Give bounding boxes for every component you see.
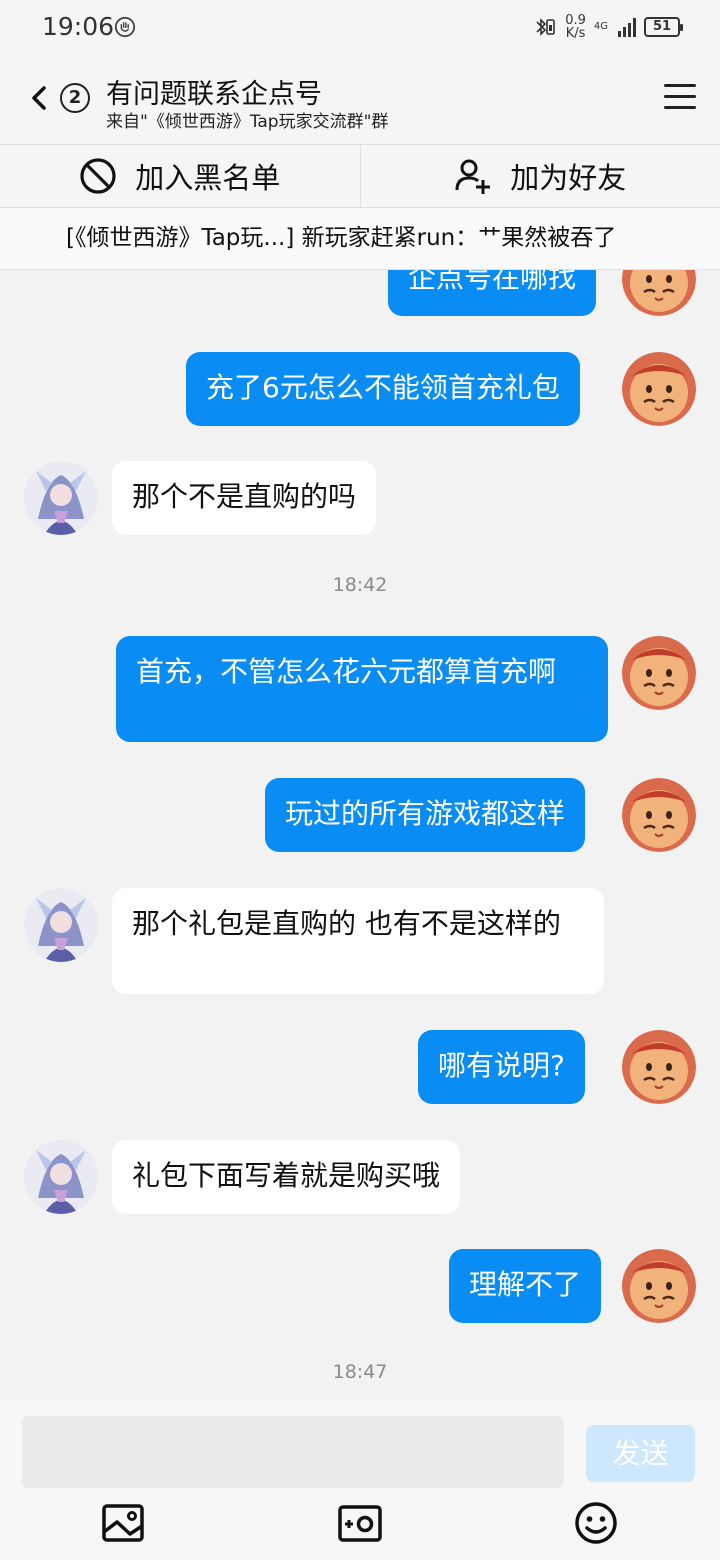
cartoon-face-avatar-icon [622, 1030, 696, 1104]
block-icon [80, 158, 116, 194]
send-button[interactable]: 发送 [586, 1425, 695, 1482]
cartoon-face-avatar-icon [622, 1249, 696, 1323]
message-bubble-other[interactable]: 那个礼包是直购的 也有不是这样的 [112, 888, 604, 994]
image-icon[interactable] [100, 1500, 146, 1546]
message-bubble-mine[interactable]: 企点号在哪找 [388, 270, 597, 316]
anime-character-avatar-icon [24, 1140, 98, 1214]
add-friend-label: 加为好友 [510, 161, 627, 195]
message-timestamp: 18:42 [332, 574, 388, 596]
status-indicators: 0.9 K/s 4G 51 [533, 12, 683, 42]
my-avatar[interactable] [622, 1030, 696, 1104]
my-avatar[interactable] [622, 352, 696, 426]
gesture-hand-icon [114, 16, 136, 38]
message-composer: 发送 [0, 1400, 720, 1560]
add-user-icon [455, 159, 491, 194]
speed-unit: K/s [565, 26, 586, 41]
cartoon-face-avatar-icon [622, 352, 696, 426]
message-bubble-mine[interactable]: 充了6元怎么不能领首充礼包 [186, 352, 580, 426]
message-timestamp: 18:47 [332, 1361, 388, 1383]
action-bar: 加入黑名单 加为好友 [0, 144, 720, 208]
group-notice-banner[interactable]: [《倾世西游》Tap玩...] 新玩家赶紧run：艹果然被吞了 [0, 208, 720, 270]
battery-icon: 51 [644, 17, 683, 37]
message-list[interactable]: 企点号在哪找 充了6元怎么不能领首充礼包 那个不是直购的吗 18:42 首充，不… [0, 270, 720, 1400]
message-bubble-mine[interactable]: 首充，不管怎么花六元都算首充啊 [116, 636, 608, 742]
my-avatar[interactable] [622, 778, 696, 852]
chevron-left-icon[interactable] [22, 80, 58, 116]
anime-character-avatar-icon [24, 461, 98, 535]
cartoon-face-avatar-icon [622, 636, 696, 710]
hamburger-menu-icon[interactable] [664, 84, 696, 112]
chat-title: 有问题联系企点号 [106, 79, 322, 110]
cartoon-face-avatar-icon [622, 778, 696, 852]
network-speed: 0.9 K/s [565, 14, 586, 40]
emoji-icon[interactable] [573, 1500, 619, 1546]
network-type: 4G [593, 21, 608, 32]
anime-character-avatar-icon [24, 888, 98, 962]
message-bubble-other[interactable]: 那个不是直购的吗 [112, 461, 377, 535]
unread-count-badge: 2 [60, 83, 90, 113]
message-bubble-mine[interactable]: 玩过的所有游戏都这样 [265, 778, 586, 852]
chat-header: 2 有问题联系企点号 来自"《倾世西游》Tap玩家交流群"群 [0, 56, 720, 144]
my-avatar[interactable] [622, 270, 696, 316]
status-time: 19:06 [42, 12, 115, 41]
message-bubble-other[interactable]: 礼包下面写着就是购买哦 [112, 1140, 461, 1214]
chat-subtitle: 来自"《倾世西游》Tap玩家交流群"群 [106, 112, 389, 132]
other-avatar[interactable] [24, 888, 98, 962]
my-avatar[interactable] [622, 1249, 696, 1323]
cartoon-face-avatar-icon [622, 270, 696, 316]
camera-icon[interactable] [337, 1500, 383, 1546]
signal-icon [618, 17, 636, 37]
message-bubble-mine[interactable]: 理解不了 [449, 1249, 602, 1323]
message-input[interactable] [22, 1416, 564, 1488]
status-bar: 19:06 0.9 K/s 4G 51 [0, 0, 720, 56]
bluetooth-vibrate-icon [536, 18, 555, 36]
other-avatar[interactable] [24, 461, 98, 535]
message-bubble-mine[interactable]: 哪有说明? [418, 1030, 585, 1104]
add-friend-button[interactable]: 加为好友 [359, 145, 720, 207]
my-avatar[interactable] [622, 636, 696, 710]
other-avatar[interactable] [24, 1140, 98, 1214]
battery-level: 51 [652, 19, 672, 34]
blacklist-label: 加入黑名单 [135, 161, 281, 195]
add-to-blacklist-button[interactable]: 加入黑名单 [0, 145, 360, 207]
